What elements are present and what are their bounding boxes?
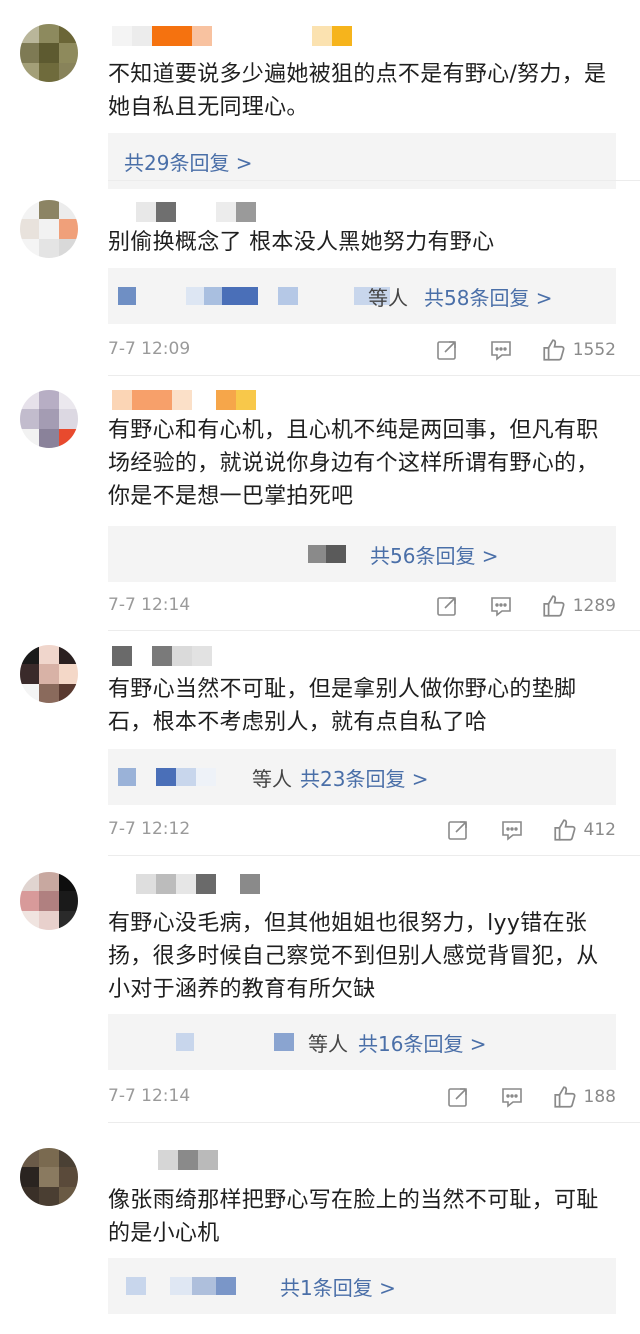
- reply-users-blurred: [108, 1014, 294, 1070]
- username-blurred[interactable]: [112, 202, 256, 222]
- share-button[interactable]: [446, 1085, 470, 1109]
- share-button[interactable]: [435, 338, 459, 362]
- comment-actions: 1552: [435, 335, 616, 365]
- like-count: 412: [583, 820, 616, 840]
- username-blurred[interactable]: [112, 26, 352, 46]
- comment-icon: [490, 597, 511, 617]
- reply-summary[interactable]: 等人 共16条回复 >: [108, 1014, 616, 1070]
- comment-icon: [501, 1088, 522, 1108]
- reply-count-link[interactable]: 共56条回复 >: [370, 540, 499, 569]
- share-icon: [436, 341, 456, 360]
- reply-users-suffix: 等人: [308, 1031, 348, 1056]
- reply-users-suffix: 等人: [368, 285, 408, 310]
- comment-text: 有野心和有心机，且心机不纯是两回事，但凡有职场经验的，就说说你身边有个这样所谓有…: [108, 418, 599, 509]
- reply-users-blurred: [108, 1258, 236, 1314]
- reply-users-blurred: [108, 268, 390, 324]
- username-blurred[interactable]: [112, 874, 260, 894]
- share-button[interactable]: [435, 594, 459, 618]
- reply-summary[interactable]: 共1条回复 >: [108, 1258, 616, 1314]
- comment-button[interactable]: [489, 594, 513, 618]
- like-icon: [543, 595, 565, 617]
- like-icon: [543, 339, 565, 361]
- avatar[interactable]: [20, 872, 78, 930]
- share-icon: [436, 597, 456, 616]
- divider: [108, 180, 640, 181]
- comment-meta: 7-7 12:12 412: [108, 815, 616, 845]
- comment-icon: [501, 821, 522, 841]
- like-button[interactable]: 188: [552, 1084, 616, 1110]
- timestamp: 7-7 12:14: [108, 1086, 191, 1106]
- like-count: 1289: [572, 596, 616, 616]
- like-count: 188: [583, 1087, 616, 1107]
- share-icon: [447, 1088, 467, 1107]
- reply-count-link[interactable]: 共16条回复 >: [358, 1028, 487, 1057]
- avatar[interactable]: [20, 390, 78, 448]
- comment-meta: 7-7 12:14 188: [108, 1082, 616, 1112]
- comment-actions: 188: [446, 1082, 616, 1112]
- avatar[interactable]: [20, 200, 78, 258]
- comment-button[interactable]: [500, 818, 524, 842]
- comment-actions: 1289: [435, 591, 616, 621]
- reply-summary[interactable]: 共56条回复 >: [108, 526, 616, 582]
- comment-text: 有野心当然不可耻，但是拿别人做你野心的垫脚石，根本不考虑别人，就有点自私了哈: [108, 677, 577, 735]
- share-button[interactable]: [446, 818, 470, 842]
- username-blurred[interactable]: [112, 390, 256, 410]
- reply-summary[interactable]: 等人 共58条回复 >: [108, 268, 616, 324]
- comment-text: 不知道要说多少遍她被狙的点不是有野心/努力，是她自私且无同理心。: [108, 62, 607, 120]
- reply-users-suffix: 等人: [252, 766, 292, 791]
- divider: [108, 630, 640, 631]
- reply-users-blurred: [108, 749, 216, 805]
- like-count: 1552: [572, 340, 616, 360]
- divider: [108, 855, 640, 856]
- comment-icon: [490, 341, 511, 361]
- username-blurred[interactable]: [112, 646, 212, 666]
- reply-count-link[interactable]: 共58条回复 >: [424, 282, 553, 311]
- divider: [108, 1122, 640, 1123]
- username-blurred[interactable]: [112, 1150, 218, 1170]
- comment-meta: 7-7 12:14 1289: [108, 591, 616, 621]
- like-button[interactable]: 1289: [541, 593, 616, 619]
- reply-count-link[interactable]: 共23条回复 >: [300, 763, 429, 792]
- timestamp: 7-7 12:09: [108, 339, 191, 359]
- comment-text: 像张雨绮那样把野心写在脸上的当然不可耻，可耻的是小心机: [108, 1188, 599, 1246]
- avatar[interactable]: [20, 645, 78, 703]
- comment-button[interactable]: [500, 1085, 524, 1109]
- like-icon: [553, 819, 576, 841]
- reply-users-blurred: [108, 526, 346, 582]
- avatar[interactable]: [20, 24, 78, 82]
- like-button[interactable]: 412: [552, 817, 616, 843]
- divider: [108, 375, 640, 376]
- comment-meta: 7-7 12:09 1552: [108, 335, 616, 365]
- reply-count-link[interactable]: 共1条回复 >: [280, 1272, 396, 1301]
- like-icon: [553, 1086, 576, 1108]
- timestamp: 7-7 12:14: [108, 595, 191, 615]
- share-icon: [447, 821, 467, 840]
- reply-summary[interactable]: 等人 共23条回复 >: [108, 749, 616, 805]
- avatar[interactable]: [20, 1148, 78, 1206]
- comment-actions: 412: [446, 815, 616, 845]
- timestamp: 7-7 12:12: [108, 819, 191, 839]
- reply-count-link[interactable]: 共29条回复 >: [124, 147, 253, 176]
- like-button[interactable]: 1552: [541, 337, 616, 363]
- comment-text: 有野心没毛病，但其他姐姐也很努力，lyy错在张扬，很多时候自己察觉不到但别人感觉…: [108, 911, 599, 1002]
- comment-button[interactable]: [489, 338, 513, 362]
- comment-text: 别偷换概念了 根本没人黑她努力有野心: [108, 230, 495, 255]
